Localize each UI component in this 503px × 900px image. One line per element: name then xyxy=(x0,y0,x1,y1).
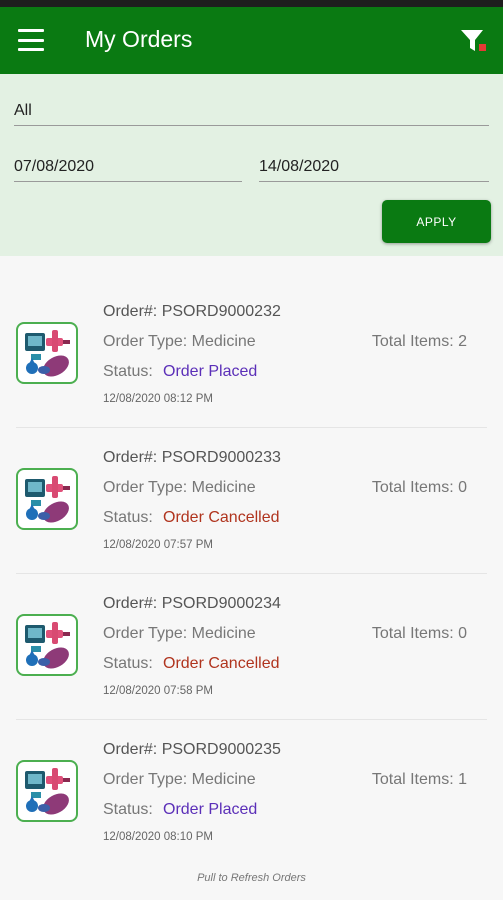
order-status: Order Placed xyxy=(163,801,258,818)
medicine-icon xyxy=(16,468,78,530)
apply-button[interactable]: APPLY xyxy=(382,200,491,243)
order-list-item[interactable]: Order#: PSORD9000233 Order Type: Medicin… xyxy=(16,428,487,574)
total-items: Total Items: 2 xyxy=(371,333,467,350)
order-list-item[interactable]: Order#: PSORD9000235 Order Type: Medicin… xyxy=(16,720,487,866)
category-filter-field[interactable] xyxy=(14,102,489,126)
order-list-item[interactable]: Order#: PSORD9000232 Order Type: Medicin… xyxy=(16,282,487,428)
total-items: Total Items: 0 xyxy=(371,625,467,642)
order-timestamp: 12/08/2020 07:57 PM xyxy=(103,539,213,551)
orders-list: Order#: PSORD9000232 Order Type: Medicin… xyxy=(0,282,503,866)
category-filter-input[interactable] xyxy=(14,102,489,125)
from-date-field[interactable] xyxy=(14,158,242,182)
order-timestamp: 12/08/2020 07:58 PM xyxy=(103,685,213,697)
order-number: Order#: PSORD9000232 xyxy=(103,303,281,320)
order-list-item[interactable]: Order#: PSORD9000234 Order Type: Medicin… xyxy=(16,574,487,720)
status-label: Status: xyxy=(103,509,153,526)
order-status: Order Placed xyxy=(163,363,258,380)
order-timestamp: 12/08/2020 08:10 PM xyxy=(103,831,213,843)
order-number: Order#: PSORD9000235 xyxy=(103,741,281,758)
status-label: Status: xyxy=(103,801,153,818)
order-number: Order#: PSORD9000234 xyxy=(103,595,281,612)
medicine-icon xyxy=(16,760,78,822)
order-type: Order Type: Medicine xyxy=(103,333,256,350)
order-type: Order Type: Medicine xyxy=(103,625,256,642)
order-number: Order#: PSORD9000233 xyxy=(103,449,281,466)
order-timestamp: 12/08/2020 08:12 PM xyxy=(103,393,213,405)
to-date-input[interactable] xyxy=(259,158,489,181)
medicine-icon xyxy=(16,614,78,676)
order-status: Order Cancelled xyxy=(163,655,280,672)
order-status: Order Cancelled xyxy=(163,509,280,526)
status-bar xyxy=(0,0,503,7)
page-title: My Orders xyxy=(85,26,193,52)
to-date-field[interactable] xyxy=(259,158,489,182)
filter-panel: APPLY xyxy=(0,74,503,256)
total-items: Total Items: 1 xyxy=(371,771,467,788)
order-type: Order Type: Medicine xyxy=(103,771,256,788)
medicine-icon xyxy=(16,322,78,384)
order-type: Order Type: Medicine xyxy=(103,479,256,496)
total-items: Total Items: 0 xyxy=(371,479,467,496)
refresh-hint: Pull to Refresh Orders xyxy=(197,872,306,884)
status-label: Status: xyxy=(103,363,153,380)
from-date-input[interactable] xyxy=(14,158,242,181)
status-label: Status: xyxy=(103,655,153,672)
hamburger-menu-icon[interactable] xyxy=(18,29,44,51)
app-bar: My Orders xyxy=(0,7,503,74)
filter-icon[interactable] xyxy=(458,25,488,55)
